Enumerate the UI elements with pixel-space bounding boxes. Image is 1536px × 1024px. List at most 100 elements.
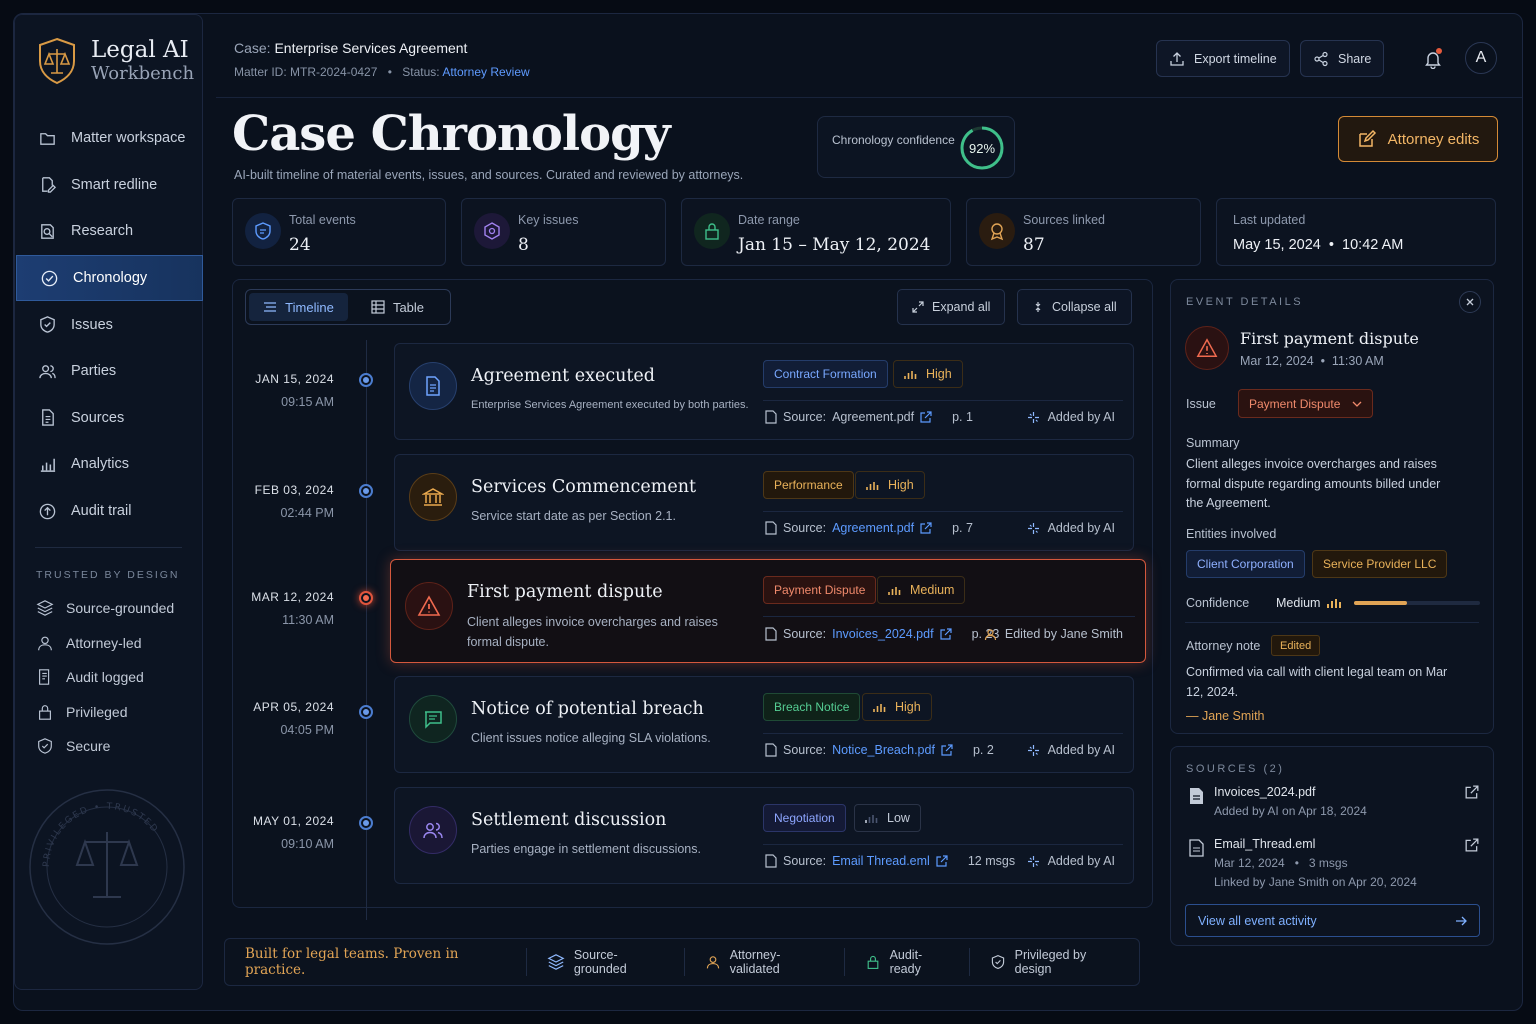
sidebar-item-smart-redline[interactable]: Smart redline xyxy=(15,162,204,209)
event-title: Notice of potential breach xyxy=(471,699,704,719)
export-timeline-button[interactable]: Export timeline xyxy=(1156,40,1290,77)
expand-all-button[interactable]: Expand all xyxy=(897,289,1006,325)
message-icon xyxy=(409,695,457,743)
avatar[interactable]: A xyxy=(1465,42,1497,74)
timeline-axis xyxy=(366,340,367,920)
trusted-item: Audit logged xyxy=(36,660,174,695)
timeline-node[interactable] xyxy=(359,484,373,498)
matter-id: Matter ID: MTR-2024-0427 xyxy=(234,65,378,79)
source-page: p. 2 xyxy=(972,743,994,757)
stat-label: Total events xyxy=(289,213,356,227)
stat-value: 8 xyxy=(518,235,529,255)
attorney-note-label: Attorney note xyxy=(1186,639,1261,653)
timeline-node[interactable] xyxy=(359,373,373,387)
event-card[interactable]: Notice of potential breach Client issues… xyxy=(394,676,1134,773)
event-tag[interactable]: Performance xyxy=(763,471,854,499)
external-link-icon[interactable] xyxy=(941,744,953,756)
entity-chip[interactable]: Client Corporation xyxy=(1186,550,1305,578)
source-label: Source: xyxy=(783,410,827,424)
event-date-label: MAR 12, 2024 xyxy=(251,590,334,604)
pdf-file-icon xyxy=(1189,787,1204,805)
sparkle-icon xyxy=(1027,855,1040,868)
user-icon xyxy=(984,628,997,641)
source-file-name[interactable]: Invoices_2024.pdf xyxy=(1214,785,1315,799)
event-provenance: Added by AI xyxy=(1027,410,1115,424)
audit-icon xyxy=(38,502,57,521)
view-all-activity-button[interactable]: View all event activity xyxy=(1185,904,1480,937)
signal-icon xyxy=(904,368,918,380)
event-tag[interactable]: Negotiation xyxy=(763,804,846,832)
event-source: Source: Agreement.pdf p. 1 xyxy=(765,410,973,424)
source-label: Source: xyxy=(783,627,827,641)
source-label: Source: xyxy=(783,521,827,535)
event-date: APR 05, 2024 04:05 PM xyxy=(224,700,334,737)
event-date-label: APR 05, 2024 xyxy=(253,700,334,714)
external-link-icon[interactable] xyxy=(1465,785,1479,799)
tab-timeline[interactable]: Timeline xyxy=(249,293,348,321)
source-file-name[interactable]: Email_Thread.eml xyxy=(1214,837,1315,851)
sidebar-item-matter-workspace[interactable]: Matter workspace xyxy=(15,115,204,162)
file-icon xyxy=(765,854,777,868)
timeline-node[interactable] xyxy=(359,816,373,830)
event-tag[interactable]: Breach Notice xyxy=(763,693,861,721)
external-link-icon[interactable] xyxy=(920,411,932,423)
provenance-label: Added by AI xyxy=(1047,410,1115,424)
event-card[interactable]: Settlement discussion Parties engage in … xyxy=(394,787,1134,884)
entity-chip[interactable]: Service Provider LLC xyxy=(1312,550,1448,578)
provenance-label: Added by AI xyxy=(1047,521,1115,535)
event-tag[interactable]: Contract Formation xyxy=(763,360,888,388)
notifications-button[interactable] xyxy=(1418,44,1448,74)
stat-sources-linked: Sources linked 87 xyxy=(966,198,1201,266)
sidebar-item-issues[interactable]: Issues xyxy=(15,301,204,348)
external-link-icon[interactable] xyxy=(920,522,932,534)
source-file-link[interactable]: Agreement.pdf xyxy=(832,521,914,535)
close-button[interactable] xyxy=(1459,291,1481,313)
attorney-edits-button[interactable]: Attorney edits xyxy=(1338,116,1498,162)
event-card[interactable]: Agreement executed Enterprise Services A… xyxy=(394,343,1134,440)
users-icon xyxy=(409,806,457,854)
sidebar-item-sources[interactable]: Sources xyxy=(15,395,204,442)
event-card-selected[interactable]: First payment dispute Client alleges inv… xyxy=(390,559,1146,663)
sidebar-divider xyxy=(35,547,182,548)
timeline-node[interactable] xyxy=(359,705,373,719)
provenance-label: Added by AI xyxy=(1047,743,1115,757)
external-link-icon[interactable] xyxy=(1465,838,1479,852)
event-title: First payment dispute xyxy=(467,582,663,602)
tab-table[interactable]: Table xyxy=(348,293,447,321)
search-doc-icon xyxy=(38,222,57,241)
share-button[interactable]: Share xyxy=(1300,40,1385,77)
timeline-node-selected[interactable] xyxy=(359,591,373,605)
stat-value: 24 xyxy=(289,235,311,255)
footer-bar: Built for legal teams. Proven in practic… xyxy=(224,938,1140,986)
event-date: JAN 15, 2024 09:15 AM xyxy=(224,372,334,409)
source-file-link[interactable]: Invoices_2024.pdf xyxy=(832,627,933,641)
source-file-link[interactable]: Notice_Breach.pdf xyxy=(832,743,935,757)
event-provenance: Added by AI xyxy=(1027,854,1115,868)
sidebar-item-audit-trail[interactable]: Audit trail xyxy=(15,488,204,535)
sidebar-item-label: Parties xyxy=(71,363,117,380)
source-file-link[interactable]: Agreement.pdf xyxy=(832,410,914,424)
edited-badge: Edited xyxy=(1271,635,1321,656)
sidebar-item-research[interactable]: Research xyxy=(15,208,204,255)
event-time-label: 02:44 PM xyxy=(280,506,334,520)
event-card[interactable]: Services Commencement Service start date… xyxy=(394,454,1134,551)
footer-tagline: Built for legal teams. Proven in practic… xyxy=(245,946,459,978)
sidebar-item-chronology[interactable]: Chronology xyxy=(16,254,203,302)
collapse-all-button[interactable]: Collapse all xyxy=(1017,289,1132,325)
trusted-item-label: Source-grounded xyxy=(66,600,175,617)
signal-icon xyxy=(865,812,879,824)
external-link-icon[interactable] xyxy=(939,628,952,640)
external-link-icon[interactable] xyxy=(936,855,948,867)
shield-check-icon xyxy=(990,953,1006,971)
sidebar-item-parties[interactable]: Parties xyxy=(15,348,204,395)
source-file-link[interactable]: Email Thread.eml xyxy=(832,854,930,868)
event-tag[interactable]: Payment Dispute xyxy=(763,576,877,604)
page-subtitle: AI-built timeline of material events, is… xyxy=(234,168,744,182)
privileged-seal-image: PRIVILEGED • TRUSTED xyxy=(27,787,187,947)
lock-icon xyxy=(694,213,730,249)
issue-select[interactable]: Payment Dispute xyxy=(1238,389,1374,418)
layers-icon xyxy=(36,599,54,617)
priority-badge: High xyxy=(855,471,925,499)
chevron-down-icon xyxy=(1352,401,1362,407)
sidebar-item-analytics[interactable]: Analytics xyxy=(15,441,204,488)
